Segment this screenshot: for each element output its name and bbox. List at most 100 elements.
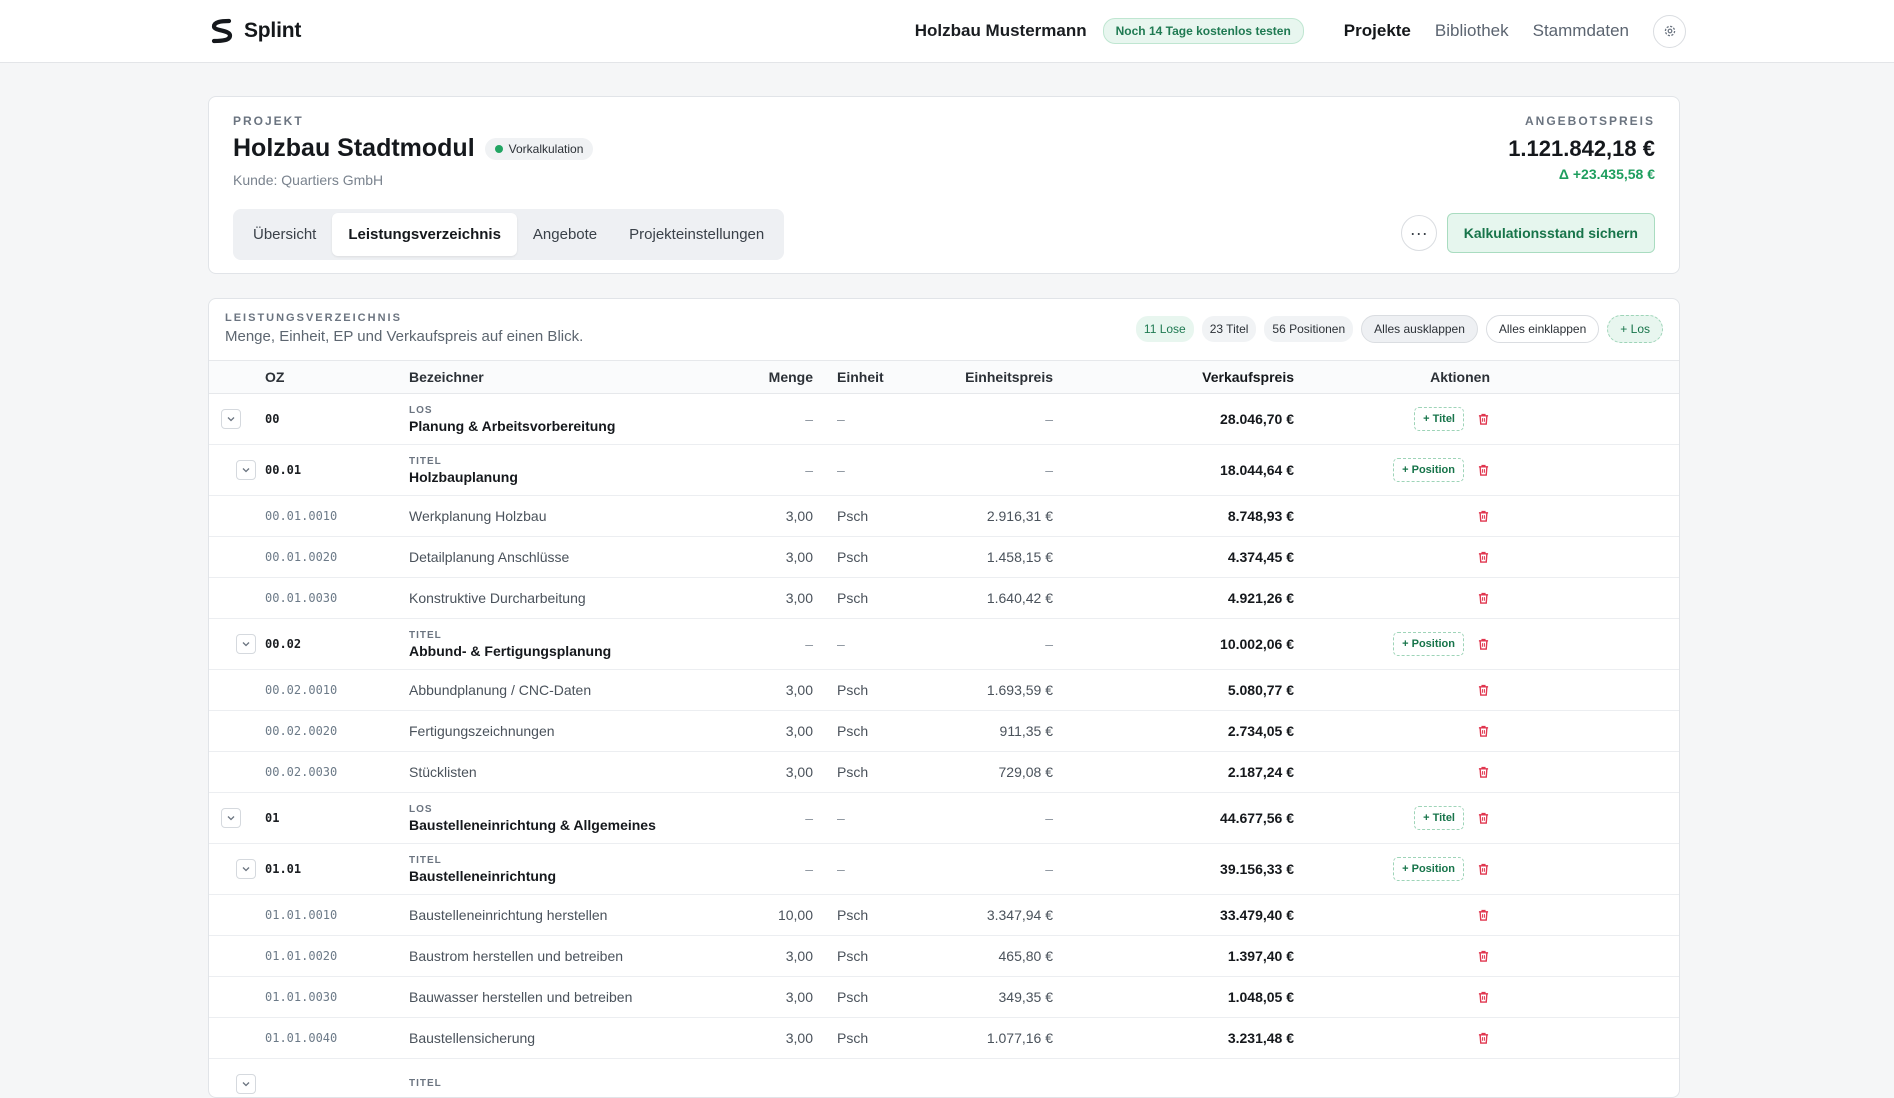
- add-los-button[interactable]: + Los: [1607, 315, 1663, 343]
- verkaufspreis-cell: 2.734,05 €: [1227, 723, 1294, 739]
- trash-icon[interactable]: [1478, 950, 1490, 963]
- position-row[interactable]: 01.01.0020 Baustrom herstellen und betrei…: [209, 936, 1679, 977]
- trial-badge[interactable]: Noch 14 Tage kostenlos testen: [1102, 18, 1304, 44]
- add-child-button[interactable]: + Titel: [1414, 407, 1464, 431]
- trash-icon[interactable]: [1478, 551, 1490, 564]
- collapse-toggle[interactable]: [221, 409, 241, 429]
- trash-icon[interactable]: [1478, 725, 1490, 738]
- tab-leistungsverzeichnis[interactable]: Leistungsverzeichnis: [332, 213, 517, 256]
- position-row[interactable]: 00.02.0020 Fertigungszeichnungen 3,00 Psch 9…: [209, 711, 1679, 752]
- settings-button[interactable]: [1653, 14, 1686, 48]
- oz-cell: 00.02.0030: [265, 765, 338, 779]
- tab-angebote[interactable]: Angebote: [517, 213, 613, 256]
- brand[interactable]: Splint: [208, 17, 301, 45]
- row-name: Abbund- & Fertigungsplanung: [409, 642, 612, 659]
- los-row[interactable]: 01 LOS Baustelleneinrichtung & Allgemeines…: [209, 793, 1679, 844]
- col-einheit: Einheit: [837, 369, 884, 385]
- add-child-button[interactable]: + Position: [1393, 857, 1464, 881]
- collapse-toggle[interactable]: [236, 460, 256, 480]
- position-row[interactable]: 01.01.0010 Baustelleneinrichtung herstell…: [209, 895, 1679, 936]
- einheit-cell: Psch: [837, 907, 869, 923]
- menge-cell: –: [805, 462, 813, 478]
- einheit-cell: Psch: [837, 1030, 869, 1046]
- trash-icon[interactable]: [1478, 909, 1490, 922]
- menge-cell: –: [805, 636, 813, 652]
- oz-cell: 00.02.0010: [265, 683, 338, 697]
- row-name: Holzbauplanung: [409, 468, 518, 485]
- menge-cell: 3,00: [785, 1030, 813, 1046]
- nav-projekte[interactable]: Projekte: [1344, 21, 1411, 41]
- oz-cell: 00.02: [265, 637, 302, 651]
- row-kind-label: LOS: [409, 803, 433, 815]
- einheit-cell: –: [837, 636, 845, 652]
- titel-row[interactable]: 00.01 TITEL Holzbauplanung – – – 18.044,64 € + …: [209, 445, 1679, 496]
- trash-icon[interactable]: [1478, 812, 1490, 825]
- oz-cell: 01.01.0030: [265, 990, 338, 1004]
- oz-cell: 01: [265, 811, 280, 825]
- save-calculation-button[interactable]: Kalkulationsstand sichern: [1446, 213, 1655, 253]
- offer-price: 1.121.842,18 €: [1508, 136, 1655, 161]
- trash-icon[interactable]: [1478, 991, 1490, 1004]
- chevron-down-icon: [241, 465, 251, 475]
- row-name: Planung & Arbeitsvorbereitung: [409, 417, 616, 434]
- oz-cell: 01.01: [265, 862, 302, 876]
- position-row[interactable]: 00.02.0030 Stücklisten 3,00 Psch 729,08 € 2.1…: [209, 752, 1679, 793]
- position-row[interactable]: 00.01.0020 Detailplanung Anschlüsse 3,00 Ps…: [209, 537, 1679, 578]
- einheitspreis-cell: 729,08 €: [998, 764, 1054, 780]
- position-name: Baustrom herstellen und betreiben: [409, 948, 624, 964]
- titel-row[interactable]: TITEL: [209, 1059, 1679, 1097]
- trash-icon[interactable]: [1478, 510, 1490, 523]
- menge-cell: 3,00: [785, 948, 813, 964]
- collapse-toggle[interactable]: [236, 1074, 256, 1094]
- expand-all-button[interactable]: Alles ausklappen: [1361, 315, 1478, 343]
- trash-icon[interactable]: [1478, 863, 1490, 876]
- trash-icon[interactable]: [1478, 638, 1490, 651]
- einheit-cell: –: [837, 861, 845, 877]
- nav-bibliothek[interactable]: Bibliothek: [1435, 21, 1509, 41]
- verkaufspreis-cell: 33.479,40 €: [1220, 907, 1294, 923]
- verkaufspreis-cell: 3.231,48 €: [1227, 1030, 1294, 1046]
- trash-icon[interactable]: [1478, 464, 1490, 477]
- collapse-toggle[interactable]: [221, 808, 241, 828]
- collapse-toggle[interactable]: [236, 634, 256, 654]
- menge-cell: –: [805, 411, 813, 427]
- verkaufspreis-cell: 1.048,05 €: [1227, 989, 1294, 1005]
- einheitspreis-cell: 349,35 €: [998, 989, 1054, 1005]
- position-row[interactable]: 00.01.0030 Konstruktive Durcharbeitung 3,0…: [209, 578, 1679, 619]
- los-row[interactable]: 00 LOS Planung & Arbeitsvorbereitung – – – 28.…: [209, 394, 1679, 445]
- trash-icon[interactable]: [1478, 766, 1490, 779]
- position-row[interactable]: 00.01.0010 Werkplanung Holzbau 3,00 Psch 2.9…: [209, 496, 1679, 537]
- col-oz: OZ: [265, 369, 285, 385]
- collapse-toggle[interactable]: [236, 859, 256, 879]
- menge-cell: 3,00: [785, 508, 813, 524]
- price-label: ANGEBOTSPREIS: [1524, 114, 1655, 128]
- titel-row[interactable]: 00.02 TITEL Abbund- & Fertigungsplanung – – –…: [209, 619, 1679, 670]
- tab-uebersicht[interactable]: Übersicht: [237, 213, 332, 256]
- trash-icon[interactable]: [1478, 1032, 1490, 1045]
- brand-name: Splint: [244, 19, 302, 42]
- trash-icon[interactable]: [1478, 413, 1490, 426]
- titel-row[interactable]: 01.01 TITEL Baustelleneinrichtung – – – 39.156…: [209, 844, 1679, 895]
- position-row[interactable]: 01.01.0030 Bauwasser herstellen und betre…: [209, 977, 1679, 1018]
- row-kind-label: TITEL: [409, 455, 442, 467]
- einheitspreis-cell: –: [1045, 636, 1053, 652]
- more-options-button[interactable]: ···: [1400, 215, 1437, 251]
- collapse-all-button[interactable]: Alles einklappen: [1485, 315, 1600, 343]
- add-child-button[interactable]: + Titel: [1414, 806, 1464, 830]
- tab-projekteinstellungen[interactable]: Projekteinstellungen: [613, 213, 780, 256]
- offer-price-block: ANGEBOTSPREIS 1.121.842,18 € Δ +23.435,5…: [1508, 114, 1655, 182]
- trash-icon[interactable]: [1478, 684, 1490, 697]
- project-tabs: Übersicht Leistungsverzeichnis Angebote …: [233, 209, 785, 260]
- add-child-button[interactable]: + Position: [1393, 458, 1464, 482]
- nav-stammdaten[interactable]: Stammdaten: [1533, 21, 1629, 41]
- position-row[interactable]: 01.01.0040 Baustellensicherung 3,00 Psch 1.0…: [209, 1018, 1679, 1059]
- row-kind-label: TITEL: [409, 629, 442, 641]
- einheitspreis-cell: 911,35 €: [999, 723, 1053, 739]
- phase-badge: Vorkalkulation: [484, 137, 594, 160]
- add-child-button[interactable]: + Position: [1393, 632, 1464, 656]
- position-row[interactable]: 00.02.0010 Abbundplanung / CNC-Daten 3,00 P…: [209, 670, 1679, 711]
- row-name: Baustelleneinrichtung & Allgemeines: [409, 816, 656, 833]
- verkaufspreis-cell: 28.046,70 €: [1220, 411, 1294, 427]
- verkaufspreis-cell: 4.921,26 €: [1227, 590, 1294, 606]
- trash-icon[interactable]: [1478, 592, 1490, 605]
